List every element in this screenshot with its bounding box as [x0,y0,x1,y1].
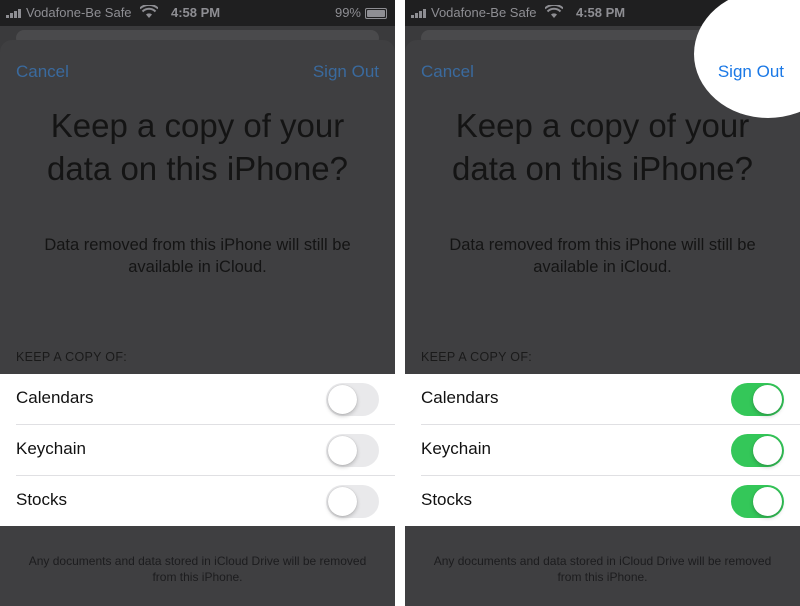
sign-out-button[interactable]: Sign Out [718,62,784,82]
screenshot-after: Vodafone-Be Safe 4:58 PM 99% Cancel Sign… [405,0,800,606]
stocks-toggle[interactable] [326,485,379,518]
keep-copy-list: Calendars Keychain Stocks [405,374,800,526]
calendars-toggle[interactable] [731,383,784,416]
section-header: KEEP A COPY OF: [421,350,533,364]
clock: 4:58 PM [576,5,626,20]
calendars-toggle[interactable] [326,383,379,416]
toggle-knob [328,385,357,414]
list-item-keychain: Keychain [0,425,395,476]
keychain-toggle[interactable] [731,434,784,467]
list-item-label: Keychain [16,439,86,458]
list-item-label: Calendars [16,388,94,407]
stocks-toggle[interactable] [731,485,784,518]
list-item-calendars: Calendars [0,374,395,425]
clock: 4:58 PM [171,5,221,20]
wifi-icon [140,5,158,18]
list-item-label: Stocks [16,490,68,509]
wifi-icon [545,5,563,18]
list-item-calendars: Calendars [405,374,800,425]
carrier-name: Vodafone-Be Safe [26,5,132,20]
list-item-label: Keychain [421,439,491,458]
sheet-description: Data removed from this iPhone will still… [449,236,756,276]
cancel-button[interactable]: Cancel [16,62,69,82]
battery-percentage: 99% [334,5,361,20]
sheet-description: Data removed from this iPhone will still… [44,236,351,276]
cancel-button[interactable]: Cancel [421,62,474,82]
sheet-title-text: Keep a copy of your data on this iPhone? [452,107,753,187]
battery-icon [365,8,387,19]
footer-note: Any documents and data stored in iCloud … [28,554,367,584]
status-bar: Vodafone-Be Safe 4:58 PM 99% [0,0,395,26]
toggle-knob [753,436,782,465]
sheet-title-text: Keep a copy of your data on this iPhone? [47,107,348,187]
keep-copy-list: Calendars Keychain Stocks [0,374,395,526]
carrier-name: Vodafone-Be Safe [431,5,537,20]
list-item-label: Stocks [421,490,473,509]
keychain-toggle[interactable] [326,434,379,467]
sign-out-button[interactable]: Sign Out [313,62,379,82]
sheet-title: Keep a copy of your data on this iPhone? [0,104,395,190]
list-item-keychain: Keychain [405,425,800,476]
toggle-knob [328,487,357,516]
toggle-knob [753,385,782,414]
sheet-title: Keep a copy of your data on this iPhone? [405,104,800,190]
toggle-knob [328,436,357,465]
signal-icon [6,9,21,18]
list-item-label: Calendars [421,388,499,407]
signal-icon [411,9,426,18]
list-item-stocks: Stocks [0,476,395,527]
section-header: KEEP A COPY OF: [16,350,128,364]
footer-note: Any documents and data stored in iCloud … [433,554,772,584]
list-item-stocks: Stocks [405,476,800,527]
screenshot-before: Vodafone-Be Safe 4:58 PM 99% Cancel Sign… [0,0,395,606]
toggle-knob [753,487,782,516]
